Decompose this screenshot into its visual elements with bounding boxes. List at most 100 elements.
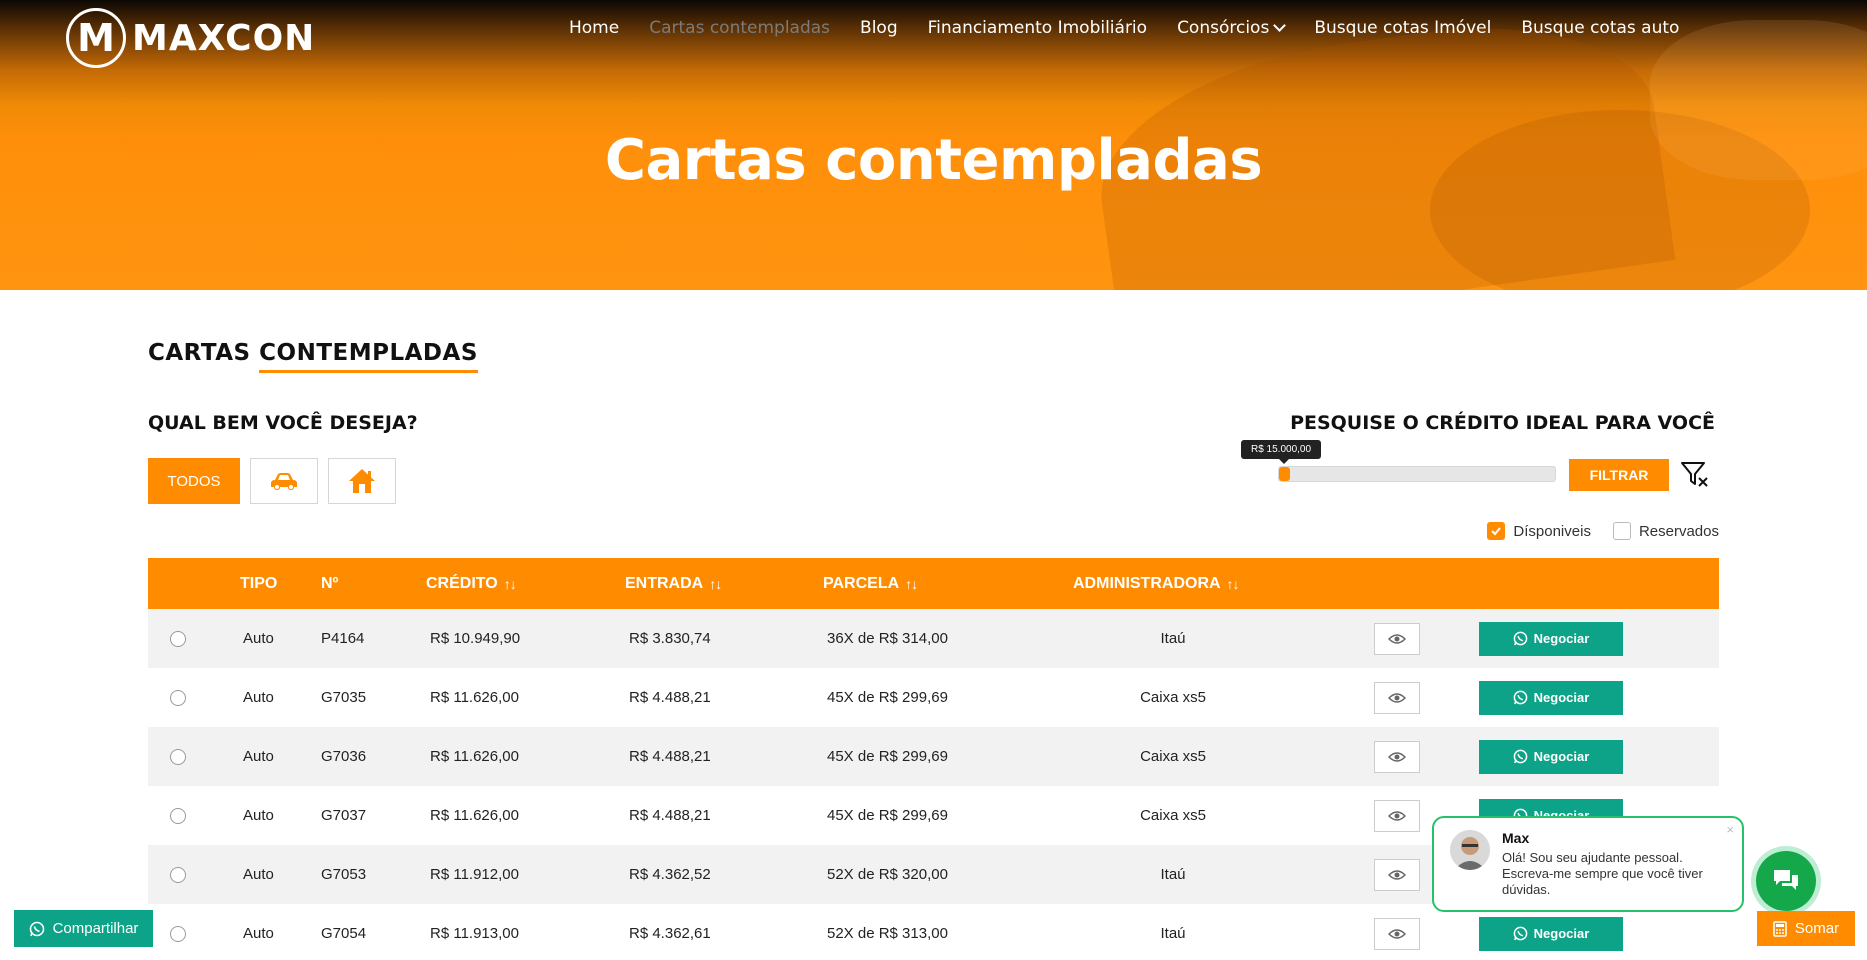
filter-car-button[interactable] [250,458,318,504]
cell-numero: G7035 [321,689,367,706]
nav-consorcios-label: Consórcios [1177,18,1270,38]
cell-credito: R$ 11.626,00 [430,748,519,765]
cell-tipo: Auto [243,866,274,883]
nav-home[interactable]: Home [569,18,619,38]
cell-credito: R$ 10.949,90 [430,630,521,647]
table-row[interactable]: Auto G7036 R$ 11.626,00 R$ 4.488,21 45X de R… [148,727,1719,786]
cell-entrada: R$ 4.362,52 [629,866,711,883]
header-credito-label: CRÉDITO [426,574,498,592]
cell-tipo: Auto [243,807,274,824]
view-button[interactable] [1374,799,1420,832]
reserved-checkbox[interactable]: Reservados [1612,522,1719,540]
header-tipo: TIPO [240,574,278,592]
clear-filter-button[interactable] [1680,460,1710,495]
whatsapp-icon [1513,926,1528,941]
slider-handle[interactable] [1279,467,1291,481]
nav-blog[interactable]: Blog [860,18,898,38]
row-select-radio[interactable] [170,925,186,942]
cell-parcela: 45X de R$ 299,69 [827,689,948,706]
sort-arrows-icon: ↑↓ [905,575,918,592]
cell-tipo: Auto [243,689,274,706]
filter-clear-icon [1681,462,1708,487]
row-select-radio[interactable] [170,630,186,647]
cell-numero: P4164 [321,630,365,647]
table-row[interactable]: Auto G7054 R$ 11.913,00 R$ 4.362,61 52X de R… [148,904,1719,960]
negotiate-label: Negociar [1533,926,1590,941]
table-row[interactable]: Auto G7035 R$ 11.626,00 R$ 4.488,21 45X de R… [148,668,1719,727]
whatsapp-icon [1513,631,1528,646]
cell-entrada: R$ 3.830,74 [629,630,711,647]
cell-tipo: Auto [243,925,274,942]
section-title-a: CARTAS [148,340,260,366]
main-nav: Home Cartas contempladas Blog Financiame… [569,18,1679,38]
sort-arrows-icon: ↑↓ [1226,575,1240,592]
type-filter-group: TODOS [148,458,396,504]
negotiate-label: Negociar [1533,749,1590,764]
row-select-radio[interactable] [170,689,186,706]
checkbox-checked[interactable] [1487,522,1506,540]
car-icon [271,473,297,490]
cell-administradora: Caixa xs5 [1140,689,1206,706]
nav-cartas-contempladas[interactable]: Cartas contempladas [649,18,830,38]
chat-message: Olá! Sou seu ajudante pessoal. Escreva-m… [1502,850,1703,897]
sort-arrows-icon: ↑↓ [709,575,722,592]
eye-icon [1388,751,1406,762]
negotiate-button[interactable]: Negociar [1479,680,1623,715]
chat-name: Max [1502,830,1530,846]
header-administradora[interactable]: ADMINISTRADORA ↑↓ [1073,558,1240,609]
chevron-down-icon [1273,19,1287,32]
cell-credito: R$ 11.626,00 [430,689,519,706]
nav-financiamento[interactable]: Financiamento Imobiliário [928,18,1147,38]
nav-cotas-auto[interactable]: Busque cotas auto [1521,18,1679,38]
negotiate-button[interactable]: Negociar [1479,916,1623,951]
header-parcela[interactable]: PARCELA ↑↓ [823,558,918,609]
view-button[interactable] [1374,622,1420,655]
view-button[interactable] [1374,858,1420,891]
cell-administradora: Itaú [1160,630,1186,647]
hero-banner: M MAXCON Home Cartas contempladas Blog F… [0,0,1867,290]
available-checkbox[interactable]: Dísponiveis [1487,522,1591,540]
view-button[interactable] [1374,681,1420,714]
header-credito[interactable]: CRÉDITO ↑↓ [426,558,517,609]
credit-search-title: PESQUISE O CRÉDITO IDEAL PARA VOCÊ [1290,412,1715,434]
header-numero: Nº [321,574,339,592]
checkbox-unchecked[interactable] [1612,522,1631,540]
available-label: Dísponiveis [1513,522,1591,540]
view-button[interactable] [1374,740,1420,773]
row-select-radio[interactable] [170,866,186,883]
view-button[interactable] [1374,917,1420,950]
table-header: TIPO Nº CRÉDITO ↑↓ ENTRADA ↑↓ PARCELA ↑↓ AD… [148,558,1719,609]
share-label: Compartilhar [52,920,139,937]
cell-credito: R$ 11.912,00 [430,866,519,883]
header-entrada[interactable]: ENTRADA ↑↓ [625,558,722,609]
slider-value-tooltip: R$ 15.000,00 [1241,440,1322,464]
cell-administradora: Caixa xs5 [1140,807,1206,824]
filter-button[interactable]: FILTRAR [1569,459,1669,491]
cell-tipo: Auto [243,748,274,765]
nav-consorcios[interactable]: Consórcios [1177,18,1287,38]
row-select-radio[interactable] [170,748,186,765]
row-select-radio[interactable] [170,807,186,824]
cell-numero: G7054 [321,925,367,942]
house-icon [349,469,375,493]
share-button[interactable]: Compartilhar [14,910,153,947]
logo[interactable]: M MAXCON [66,8,315,68]
chat-popup[interactable]: × Max Olá! Sou seu ajudante pessoal. Esc… [1432,816,1744,912]
chat-open-button[interactable] [1756,851,1816,911]
filter-house-button[interactable] [328,458,396,504]
cell-tipo: Auto [243,630,274,647]
somar-button[interactable]: Somar [1757,911,1855,946]
calculator-icon [1773,920,1787,937]
check-icon [1491,527,1502,536]
chat-close-button[interactable]: × [1726,822,1734,838]
credit-slider[interactable] [1278,466,1556,482]
avatar [1450,830,1490,870]
negotiate-button[interactable]: Negociar [1479,621,1623,656]
cell-entrada: R$ 4.488,21 [629,807,711,824]
reserved-label: Reservados [1638,522,1719,540]
filter-all-button[interactable]: TODOS [148,458,240,504]
cell-administradora: Itaú [1160,866,1186,883]
negotiate-button[interactable]: Negociar [1479,739,1623,774]
nav-cotas-imovel[interactable]: Busque cotas Imóvel [1314,18,1491,38]
table-row[interactable]: Auto P4164 R$ 10.949,90 R$ 3.830,74 36X de R… [148,609,1719,668]
